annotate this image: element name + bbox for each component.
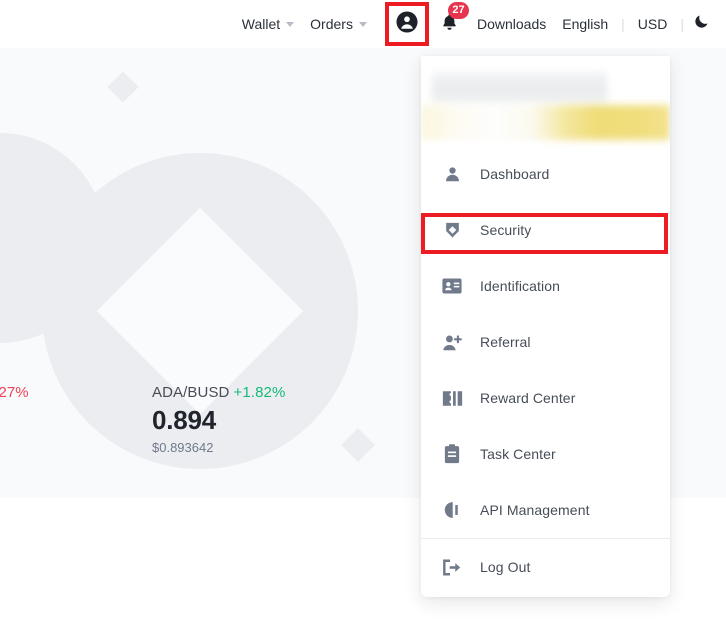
menu-item-task-center[interactable]: Task Center (421, 426, 670, 482)
menu-item-security[interactable]: Security (421, 202, 670, 258)
account-summary-blurred (421, 56, 670, 146)
chevron-down-icon (286, 21, 295, 27)
nav-wallet[interactable]: Wallet (234, 0, 302, 48)
nav-separator-1: | (621, 16, 625, 32)
menu-item-label: Log Out (480, 559, 531, 575)
ticker-change: +1.82% (233, 384, 286, 401)
blurred-vip-banner (421, 105, 670, 140)
ticker-pair: ADA/BUSD (152, 384, 230, 401)
chevron-down-icon (358, 21, 367, 27)
blurred-account-name (432, 72, 607, 105)
account-avatar-button[interactable] (384, 2, 429, 46)
menu-item-log-out[interactable]: Log Out (421, 539, 670, 595)
notification-badge: 27 (447, 2, 469, 19)
nav-wallet-label: Wallet (241, 16, 281, 32)
nav-language-label: English (562, 16, 609, 32)
nav-currency[interactable]: USD (630, 0, 676, 48)
moon-icon (693, 13, 710, 35)
ticker-usd-price: $0.893642 (152, 439, 214, 455)
menu-item-referral[interactable]: Referral (421, 314, 670, 370)
page-root: 5.27% ADA/BUSD+1.82% 0.894 $0.893642 Wal… (0, 0, 726, 623)
menu-item-label: Security (480, 222, 532, 238)
ticker-header: ADA/BUSD +1.82% (152, 384, 285, 401)
menu-item-label: API Management (480, 502, 590, 518)
nav-downloads-label: Downloads (476, 16, 547, 32)
user-plus-icon (441, 331, 463, 353)
user-circle-icon (396, 10, 418, 38)
ticker-card[interactable]: ADA/BUSD +1.82% 0.894 $0.893642 (152, 384, 285, 455)
nav-language[interactable]: English (554, 0, 616, 48)
menu-item-label: Referral (480, 334, 531, 350)
nav-separator-2: | (680, 16, 684, 32)
user-icon (441, 163, 463, 185)
top-navigation-bar: Wallet Orders 27 Downloads English | USD… (0, 0, 726, 48)
account-dropdown-menu: Dashboard Security Identification Referr… (421, 56, 670, 597)
id-card-icon (441, 275, 463, 297)
menu-item-label: Identification (480, 278, 561, 294)
dropdown-menu-list: Dashboard Security Identification Referr… (421, 146, 670, 595)
menu-item-dashboard[interactable]: Dashboard (421, 146, 670, 202)
menu-item-label: Reward Center (480, 390, 576, 406)
menu-item-label: Task Center (480, 446, 556, 462)
nav-downloads[interactable]: Downloads (469, 0, 554, 48)
menu-item-reward-center[interactable]: Reward Center (421, 370, 670, 426)
menu-item-identification[interactable]: Identification (421, 258, 670, 314)
menu-item-api-management[interactable]: API Management (421, 482, 670, 538)
nav-orders-label: Orders (310, 16, 353, 32)
clipboard-icon (441, 443, 463, 465)
ticker-partial-change: 5.27% (0, 384, 29, 401)
ticker-price: 0.894 (152, 405, 217, 435)
decorative-diamond-small-top (107, 71, 139, 103)
notifications-button[interactable]: 27 (433, 0, 469, 48)
decorative-diamond-small-bottom (341, 428, 375, 462)
ticket-icon (441, 387, 463, 409)
menu-item-label: Dashboard (480, 166, 550, 182)
api-plug-icon (441, 499, 463, 521)
nav-currency-label: USD (637, 16, 668, 32)
theme-toggle-button[interactable] (689, 13, 716, 35)
nav-orders[interactable]: Orders (302, 0, 375, 48)
shield-icon (441, 219, 463, 241)
logout-icon (441, 556, 463, 578)
